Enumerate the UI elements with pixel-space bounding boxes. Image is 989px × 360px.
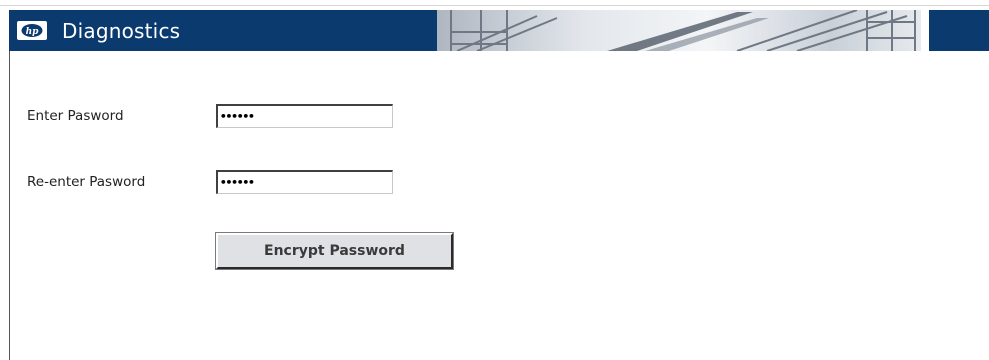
encrypt-password-button[interactable]: Encrypt Password: [215, 232, 454, 270]
hp-logo-icon: hp: [17, 21, 47, 40]
page-title: Diagnostics: [62, 19, 181, 43]
reenter-password-field[interactable]: [216, 170, 393, 194]
svg-text:hp: hp: [26, 27, 40, 37]
window-top-edge: [0, 0, 989, 6]
app-header: hp Diagnostics: [9, 10, 989, 51]
enter-password-label: Enter Pasword: [27, 108, 124, 124]
reenter-password-label: Re-enter Pasword: [27, 174, 146, 190]
enter-password-field[interactable]: [216, 104, 393, 128]
header-banner-image: [437, 10, 929, 51]
content-left-border: [9, 51, 10, 360]
